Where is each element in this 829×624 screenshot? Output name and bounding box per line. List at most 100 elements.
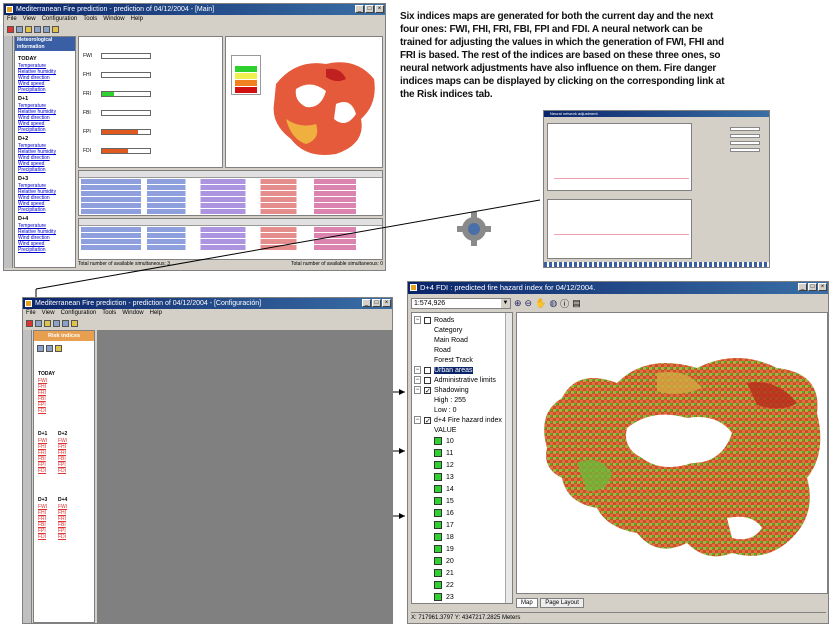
menu-tools[interactable]: Tools [102,309,116,318]
settings-icon[interactable] [71,319,78,327]
fire-hazard-map [544,358,821,557]
legend-swatch [434,581,442,589]
layer-row[interactable]: Low : 0 [414,405,512,415]
layer-row[interactable]: Road [414,345,512,355]
legend-row: 15 [414,495,512,507]
risk-index-link[interactable]: FDI [38,408,55,414]
expand-icon[interactable]: − [414,386,421,394]
legend-swatch [434,449,442,457]
zoom-toolbar [23,318,392,328]
layer-label: Forest Track [434,356,473,364]
risk-index-link[interactable]: FDI [58,468,67,474]
legend-swatch [434,569,442,577]
layer-label: VALUE [434,426,457,434]
exit-icon[interactable] [26,319,33,327]
legend-row: 10 [414,435,512,447]
legend-swatch [434,533,442,541]
layer-row[interactable]: − Shadowing [414,385,512,395]
expand-icon[interactable]: − [414,376,421,384]
risk-index-link[interactable]: FDI [38,534,47,540]
zoom-menu: File View Configuration Tools Window Hel… [23,309,392,318]
map-window-titlebar: D+4 FDI : predicted fire hazard index fo… [408,282,828,294]
menu-window[interactable]: Window [122,309,143,318]
menu-help[interactable]: Help [150,309,162,318]
layer-row[interactable]: − Roads [414,315,512,325]
layer-row[interactable]: − d+4 Fire hazard index [414,415,512,425]
layer-row[interactable]: Main Road [414,335,512,345]
close-button[interactable]: × [382,299,391,307]
legend-value: 19 [446,545,454,553]
legend-row: 12 [414,459,512,471]
layer-row[interactable]: Forest Track [414,355,512,365]
layer-checkbox[interactable] [424,376,431,384]
risk-group-label: D+3 [38,497,48,503]
legend-row: 16 [414,507,512,519]
zoom-window-titlebar: Mediterranean Fire prediction - predicti… [23,298,392,309]
layer-label: Shadowing [434,386,469,394]
close-button[interactable]: × [818,283,827,291]
menu-view[interactable]: View [42,309,55,318]
layer-label: Low : 0 [434,406,457,414]
tab-page-layout[interactable]: Page Layout [540,598,584,608]
risk-tab-header[interactable]: Risk indices [34,331,94,341]
layer-row[interactable]: − Urban areas [414,365,512,375]
map-canvas[interactable] [516,312,828,594]
risk-index-link[interactable]: FDI [58,534,67,540]
layer-row[interactable]: VALUE [414,425,512,435]
layer-label: Main Road [434,336,468,344]
legend-swatch [434,509,442,517]
risk-group: D+4 FWI FHI FRI FBI FPI FDI [58,497,67,540]
tab-map[interactable]: Map [516,598,538,608]
expand-icon[interactable]: − [414,316,421,324]
legend-row: 19 [414,543,512,555]
map-status-bar: X: 717961.3797 Y: 4347217.2825 Meters [411,612,826,622]
risk-group: D+1 FWI FHI FRI FBI FPI FDI [38,431,47,474]
minimize-button[interactable]: _ [798,283,807,291]
layer-label: Urban areas [434,366,473,374]
maximize-button[interactable]: □ [808,283,817,291]
expand-icon[interactable]: − [414,366,421,374]
risk-index-link[interactable]: FDI [38,468,47,474]
menu-file[interactable]: File [26,309,36,318]
print-icon[interactable]: ▤ [572,298,581,309]
scale-select[interactable]: 1:574,926 ▼ [411,297,511,309]
folder-icon[interactable] [44,319,51,327]
minimize-button[interactable]: _ [362,299,371,307]
layer-toc: − Roads Category Main Road Road Forest Track −… [411,312,513,604]
toc-scrollbar[interactable] [505,313,512,603]
legend-value: 13 [446,473,454,481]
legend-swatch [434,521,442,529]
layer-row[interactable]: High : 255 [414,395,512,405]
layer-row[interactable]: − Administrative limits [414,375,512,385]
chevron-down-icon[interactable]: ▼ [501,298,510,308]
zoom-in-icon[interactable]: ⊕ [514,298,522,309]
identify-icon[interactable]: ⓘ [560,297,569,310]
globe-icon[interactable]: ◍ [549,298,557,309]
legend-swatch [434,557,442,565]
layer-row[interactable]: Category [414,325,512,335]
legend-value: 11 [446,449,454,457]
legend-value: 21 [446,569,454,577]
layer-checkbox[interactable] [424,386,431,394]
layer-checkbox[interactable] [424,316,431,324]
save-icon[interactable] [62,319,69,327]
risk-group-label: D+4 [58,497,68,503]
back-icon[interactable] [53,319,60,327]
menu-configuration[interactable]: Configuration [61,309,97,318]
legend-row: 24 [414,603,512,604]
pan-icon[interactable]: ✋ [535,298,546,309]
expand-icon[interactable]: − [414,416,421,424]
legend-value: 23 [446,593,454,601]
open-icon[interactable] [35,319,42,327]
map-tabs: Map Page Layout [516,596,584,608]
legend-value: 10 [446,437,454,445]
maximize-button[interactable]: □ [372,299,381,307]
risk-group: D+3 FWI FHI FRI FBI FPI FDI [38,497,47,540]
risk-group-label: D+1 [38,431,48,437]
layer-checkbox[interactable] [424,366,431,374]
layer-label: Road [434,346,451,354]
legend-swatch [434,497,442,505]
layer-checkbox[interactable] [424,416,431,424]
legend-value: 16 [446,509,454,517]
zoom-out-icon[interactable]: ⊖ [525,298,533,309]
